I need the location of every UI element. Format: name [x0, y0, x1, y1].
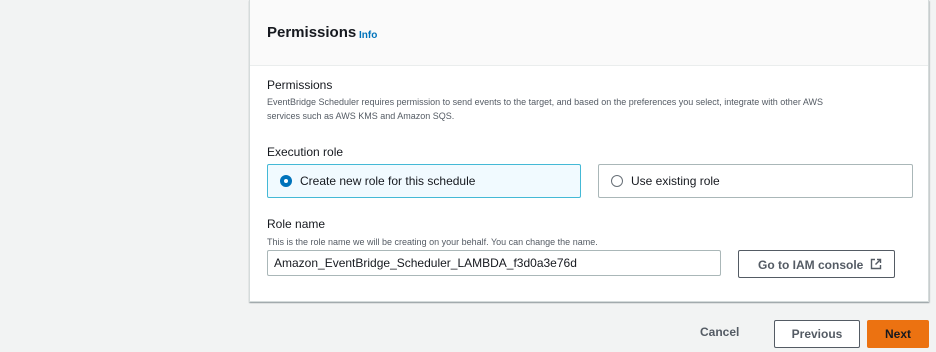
permissions-label: Permissions	[267, 78, 333, 92]
use-existing-role-label: Use existing role	[631, 174, 720, 188]
info-link[interactable]: Info	[359, 30, 377, 41]
role-name-label: Role name	[267, 217, 326, 231]
create-new-role-label: Create new role for this schedule	[300, 174, 476, 188]
radio-selected-icon[interactable]	[280, 175, 292, 187]
next-button[interactable]: Next	[867, 320, 929, 348]
panel-header: Permissions Info	[250, 0, 928, 66]
radio-unselected-icon[interactable]	[611, 175, 623, 187]
iam-button-label: Go to IAM console	[758, 258, 864, 272]
execution-role-label: Execution role	[267, 145, 344, 159]
external-link-icon	[870, 258, 882, 270]
cancel-button[interactable]: Cancel	[700, 325, 739, 339]
previous-button-label: Previous	[791, 327, 843, 341]
use-existing-role-option[interactable]: Use existing role	[598, 164, 913, 198]
panel-title: Permissions	[267, 24, 357, 41]
permissions-description-line1: EventBridge Scheduler requires permissio…	[267, 97, 823, 107]
next-button-label: Next	[884, 327, 911, 341]
role-name-input[interactable]	[267, 250, 721, 276]
permissions-description-line2: services such as AWS KMS and Amazon SQS.	[267, 111, 455, 121]
go-to-iam-console-button[interactable]: Go to IAM console	[738, 250, 895, 278]
role-name-description: This is the role name we will be creatin…	[267, 237, 598, 247]
permissions-panel: Permissions Info Permissions EventBridge…	[249, 0, 929, 302]
previous-button[interactable]: Previous	[774, 320, 860, 348]
create-new-role-option[interactable]: Create new role for this schedule	[267, 164, 581, 198]
